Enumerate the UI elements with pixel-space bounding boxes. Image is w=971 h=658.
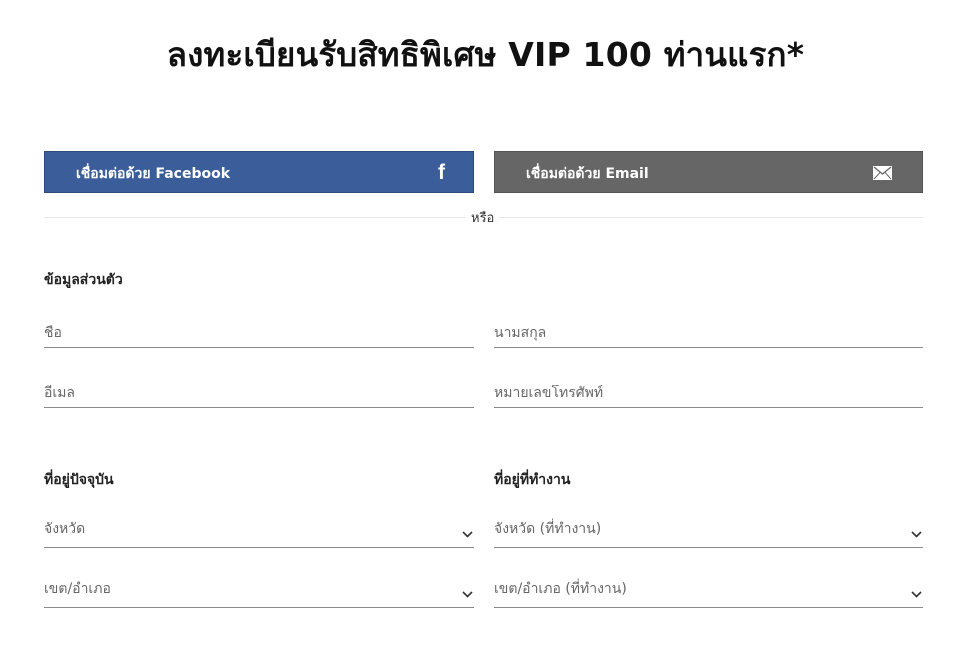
chevron-down-icon <box>462 531 473 538</box>
facebook-connect-button[interactable]: เชื่อมต่อด้วย Facebook f <box>44 151 474 193</box>
last-name-input[interactable] <box>494 325 923 341</box>
chevron-down-icon <box>462 591 473 598</box>
email-connect-label: เชื่อมต่อด้วย Email <box>526 166 649 182</box>
page-title: ลงทะเบียนรับสิทธิพิเศษ VIP 100 ท่านแรก* <box>166 35 805 74</box>
province-select[interactable]: จังหวัด <box>44 515 474 548</box>
chevron-down-icon <box>911 531 922 538</box>
province-select-label: จังหวัด <box>44 521 86 537</box>
facebook-icon: f <box>438 161 445 184</box>
phone-field <box>494 375 923 408</box>
envelope-icon <box>873 166 892 180</box>
district-select-label: เขต/อำเภอ <box>44 581 111 597</box>
facebook-connect-label: เชื่อมต่อด้วย Facebook <box>76 166 231 182</box>
or-divider-text: หรือ <box>466 207 500 228</box>
first-name-field <box>44 315 474 348</box>
first-name-input[interactable] <box>44 325 474 341</box>
email-field <box>44 375 474 408</box>
work-district-select-label: เขต/อำเภอ (ที่ทำงาน) <box>494 581 627 597</box>
last-name-field <box>494 315 923 348</box>
email-connect-button[interactable]: เชื่อมต่อด้วย Email <box>494 151 923 193</box>
work-province-select-label: จังหวัด (ที่ทำงาน) <box>494 521 602 537</box>
district-select[interactable]: เขต/อำเภอ <box>44 575 474 608</box>
current-address-heading: ที่อยู่ปัจจุบัน <box>44 472 114 488</box>
chevron-down-icon <box>911 591 922 598</box>
work-province-select[interactable]: จังหวัด (ที่ทำงาน) <box>494 515 923 548</box>
email-input[interactable] <box>44 385 474 401</box>
personal-info-heading: ข้อมูลส่วนตัว <box>44 272 123 288</box>
work-address-heading: ที่อยู่ที่ทำงาน <box>494 472 571 488</box>
work-district-select[interactable]: เขต/อำเภอ (ที่ทำงาน) <box>494 575 923 608</box>
phone-input[interactable] <box>494 385 923 401</box>
